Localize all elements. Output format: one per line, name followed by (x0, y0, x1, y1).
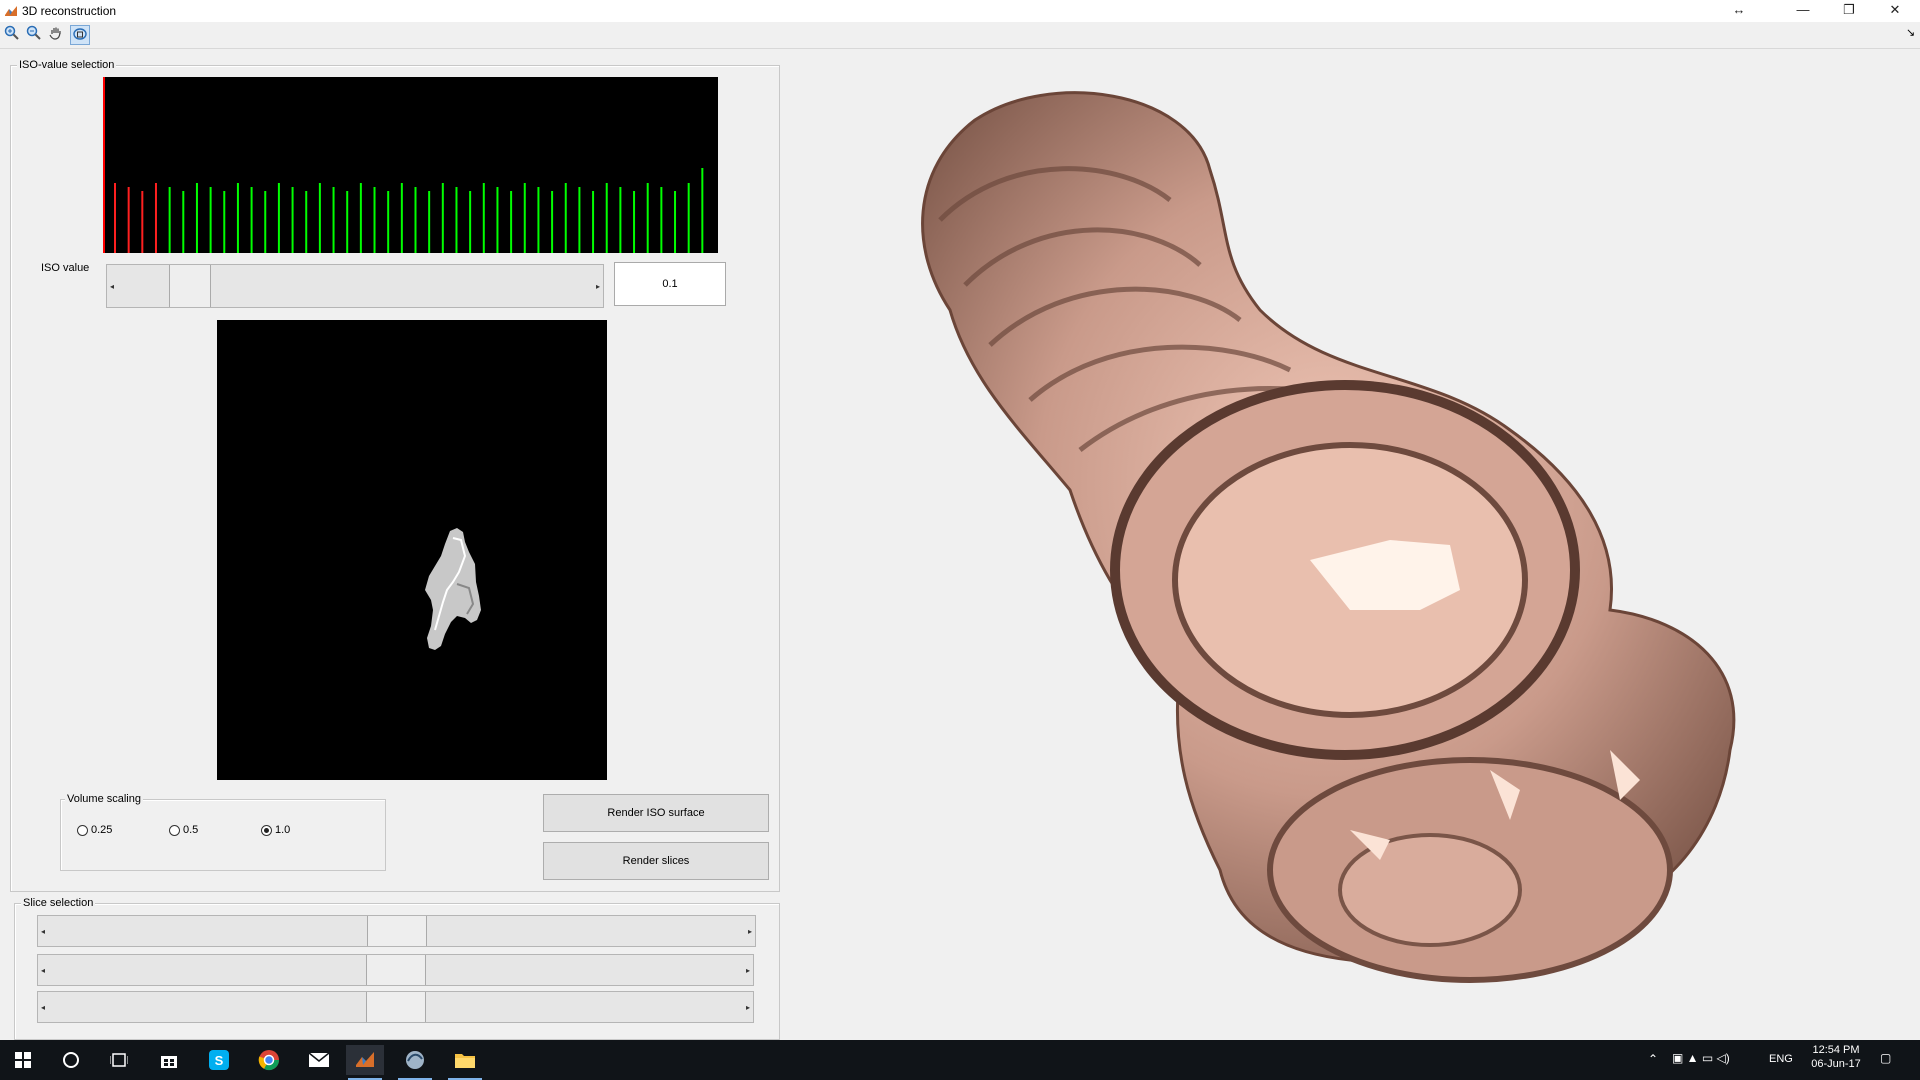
windows-start-icon[interactable] (4, 1045, 42, 1075)
iso-value-panel: ISO-value selection ISO value ◂ ▸ 0.1 Vo… (10, 59, 780, 892)
iso-histogram (103, 77, 718, 253)
radio-circle-icon[interactable] (169, 824, 180, 836)
radio-circle-icon[interactable] (77, 824, 88, 836)
slice-preview-image (217, 320, 607, 780)
render-iso-surface-button[interactable]: Render ISO surface (543, 794, 769, 832)
slider-right-arrow-icon[interactable]: ▸ (593, 265, 603, 307)
matlab-icon[interactable] (346, 1045, 384, 1080)
task-view-icon[interactable] (100, 1045, 138, 1075)
matlab-app-icon (4, 4, 18, 18)
radio-label: 0.5 (183, 824, 199, 836)
iso-value-label: ISO value (41, 262, 90, 274)
radio-selected-dot-icon (264, 827, 269, 833)
chrome-icon[interactable] (250, 1045, 288, 1075)
slider-thumb[interactable] (169, 265, 212, 307)
slider-left-arrow-icon[interactable]: ◂ (107, 265, 117, 307)
language-indicator[interactable]: ENG (1769, 1053, 1793, 1065)
radio-circle-icon[interactable] (261, 824, 272, 836)
slider-thumb[interactable] (365, 992, 426, 1022)
skype-icon[interactable]: S (200, 1045, 238, 1075)
title-bar: 3D reconstruction ↔ — ❐ ✕ (0, 0, 1920, 22)
svg-text:S: S (215, 1053, 224, 1068)
slider-left-arrow-icon[interactable]: ◂ (38, 955, 48, 985)
slider-left-arrow-icon[interactable]: ◂ (38, 992, 48, 1022)
zoom-out-icon[interactable] (24, 25, 44, 45)
tray-app-icons[interactable]: ▣ ▲ ▭ ◁) (1672, 1051, 1730, 1065)
windows-taskbar: S ⌃ ▣ ▲ ▭ ◁) ENG 12:54 PM 06-Jun-17 ▢ (0, 1040, 1920, 1080)
slice-slider-z[interactable]: ◂ ▸ (37, 991, 754, 1023)
slice-selection-panel: Slice selection ◂ ▸ ◂ ▸ ◂ ▸ (14, 897, 780, 1040)
zoom-in-icon[interactable] (2, 25, 22, 45)
clock-time: 12:54 PM (1812, 1044, 1860, 1056)
minimize-button[interactable]: — (1780, 0, 1826, 22)
slider-right-arrow-icon[interactable]: ▸ (745, 916, 755, 946)
mail-icon[interactable] (300, 1045, 338, 1075)
render-slices-button[interactable]: Render slices (543, 842, 769, 880)
radio-label: 0.25 (91, 824, 113, 836)
dock-arrow-icon[interactable]: ↘ (1906, 26, 1915, 39)
slider-right-arrow-icon[interactable]: ▸ (743, 992, 753, 1022)
clock-date: 06-Jun-17 (1811, 1058, 1861, 1070)
slider-thumb[interactable] (366, 916, 427, 946)
pan-icon[interactable] (46, 25, 66, 45)
iso-panel-title: ISO-value selection (17, 59, 117, 71)
scale-radio-0.25[interactable]: 0.25 (77, 824, 112, 836)
tray-up-arrow-icon[interactable]: ⌃ (1648, 1052, 1658, 1066)
iso-surface-3d-view[interactable] (790, 50, 1920, 1040)
resize-icon[interactable]: ↔ (1716, 0, 1762, 22)
iso-value-input[interactable]: 0.1 (614, 262, 726, 306)
volume-scaling-title: Volume scaling (65, 793, 143, 805)
close-button[interactable]: ✕ (1872, 0, 1918, 22)
action-center-icon[interactable]: ▢ (1880, 1051, 1891, 1065)
slice-slider-x[interactable]: ◂ ▸ (37, 915, 756, 947)
scale-radio-0.5[interactable]: 0.5 (169, 824, 198, 836)
slice-panel-title: Slice selection (21, 897, 96, 909)
volume-scaling-group: Volume scaling 0.25 0.5 1.0 (60, 793, 386, 871)
clock[interactable]: 12:54 PM 06-Jun-17 (1808, 1044, 1864, 1070)
iso-value-slider[interactable]: ◂ ▸ (106, 264, 604, 308)
slider-thumb[interactable] (365, 955, 426, 985)
slider-left-arrow-icon[interactable]: ◂ (38, 916, 48, 946)
cortana-icon[interactable] (52, 1045, 90, 1075)
figure-toolbar: ↘ (0, 22, 1920, 49)
store-icon[interactable] (150, 1045, 188, 1075)
slider-right-arrow-icon[interactable]: ▸ (743, 955, 753, 985)
slice-slider-y[interactable]: ◂ ▸ (37, 954, 754, 986)
scale-radio-1.0[interactable]: 1.0 (261, 824, 290, 836)
rotate-3d-icon[interactable] (70, 25, 90, 45)
radio-label: 1.0 (275, 824, 291, 836)
window-title: 3D reconstruction (22, 4, 117, 18)
restore-button[interactable]: ❐ (1826, 0, 1872, 22)
file-explorer-icon[interactable] (446, 1045, 484, 1080)
app-icon[interactable] (396, 1045, 434, 1080)
